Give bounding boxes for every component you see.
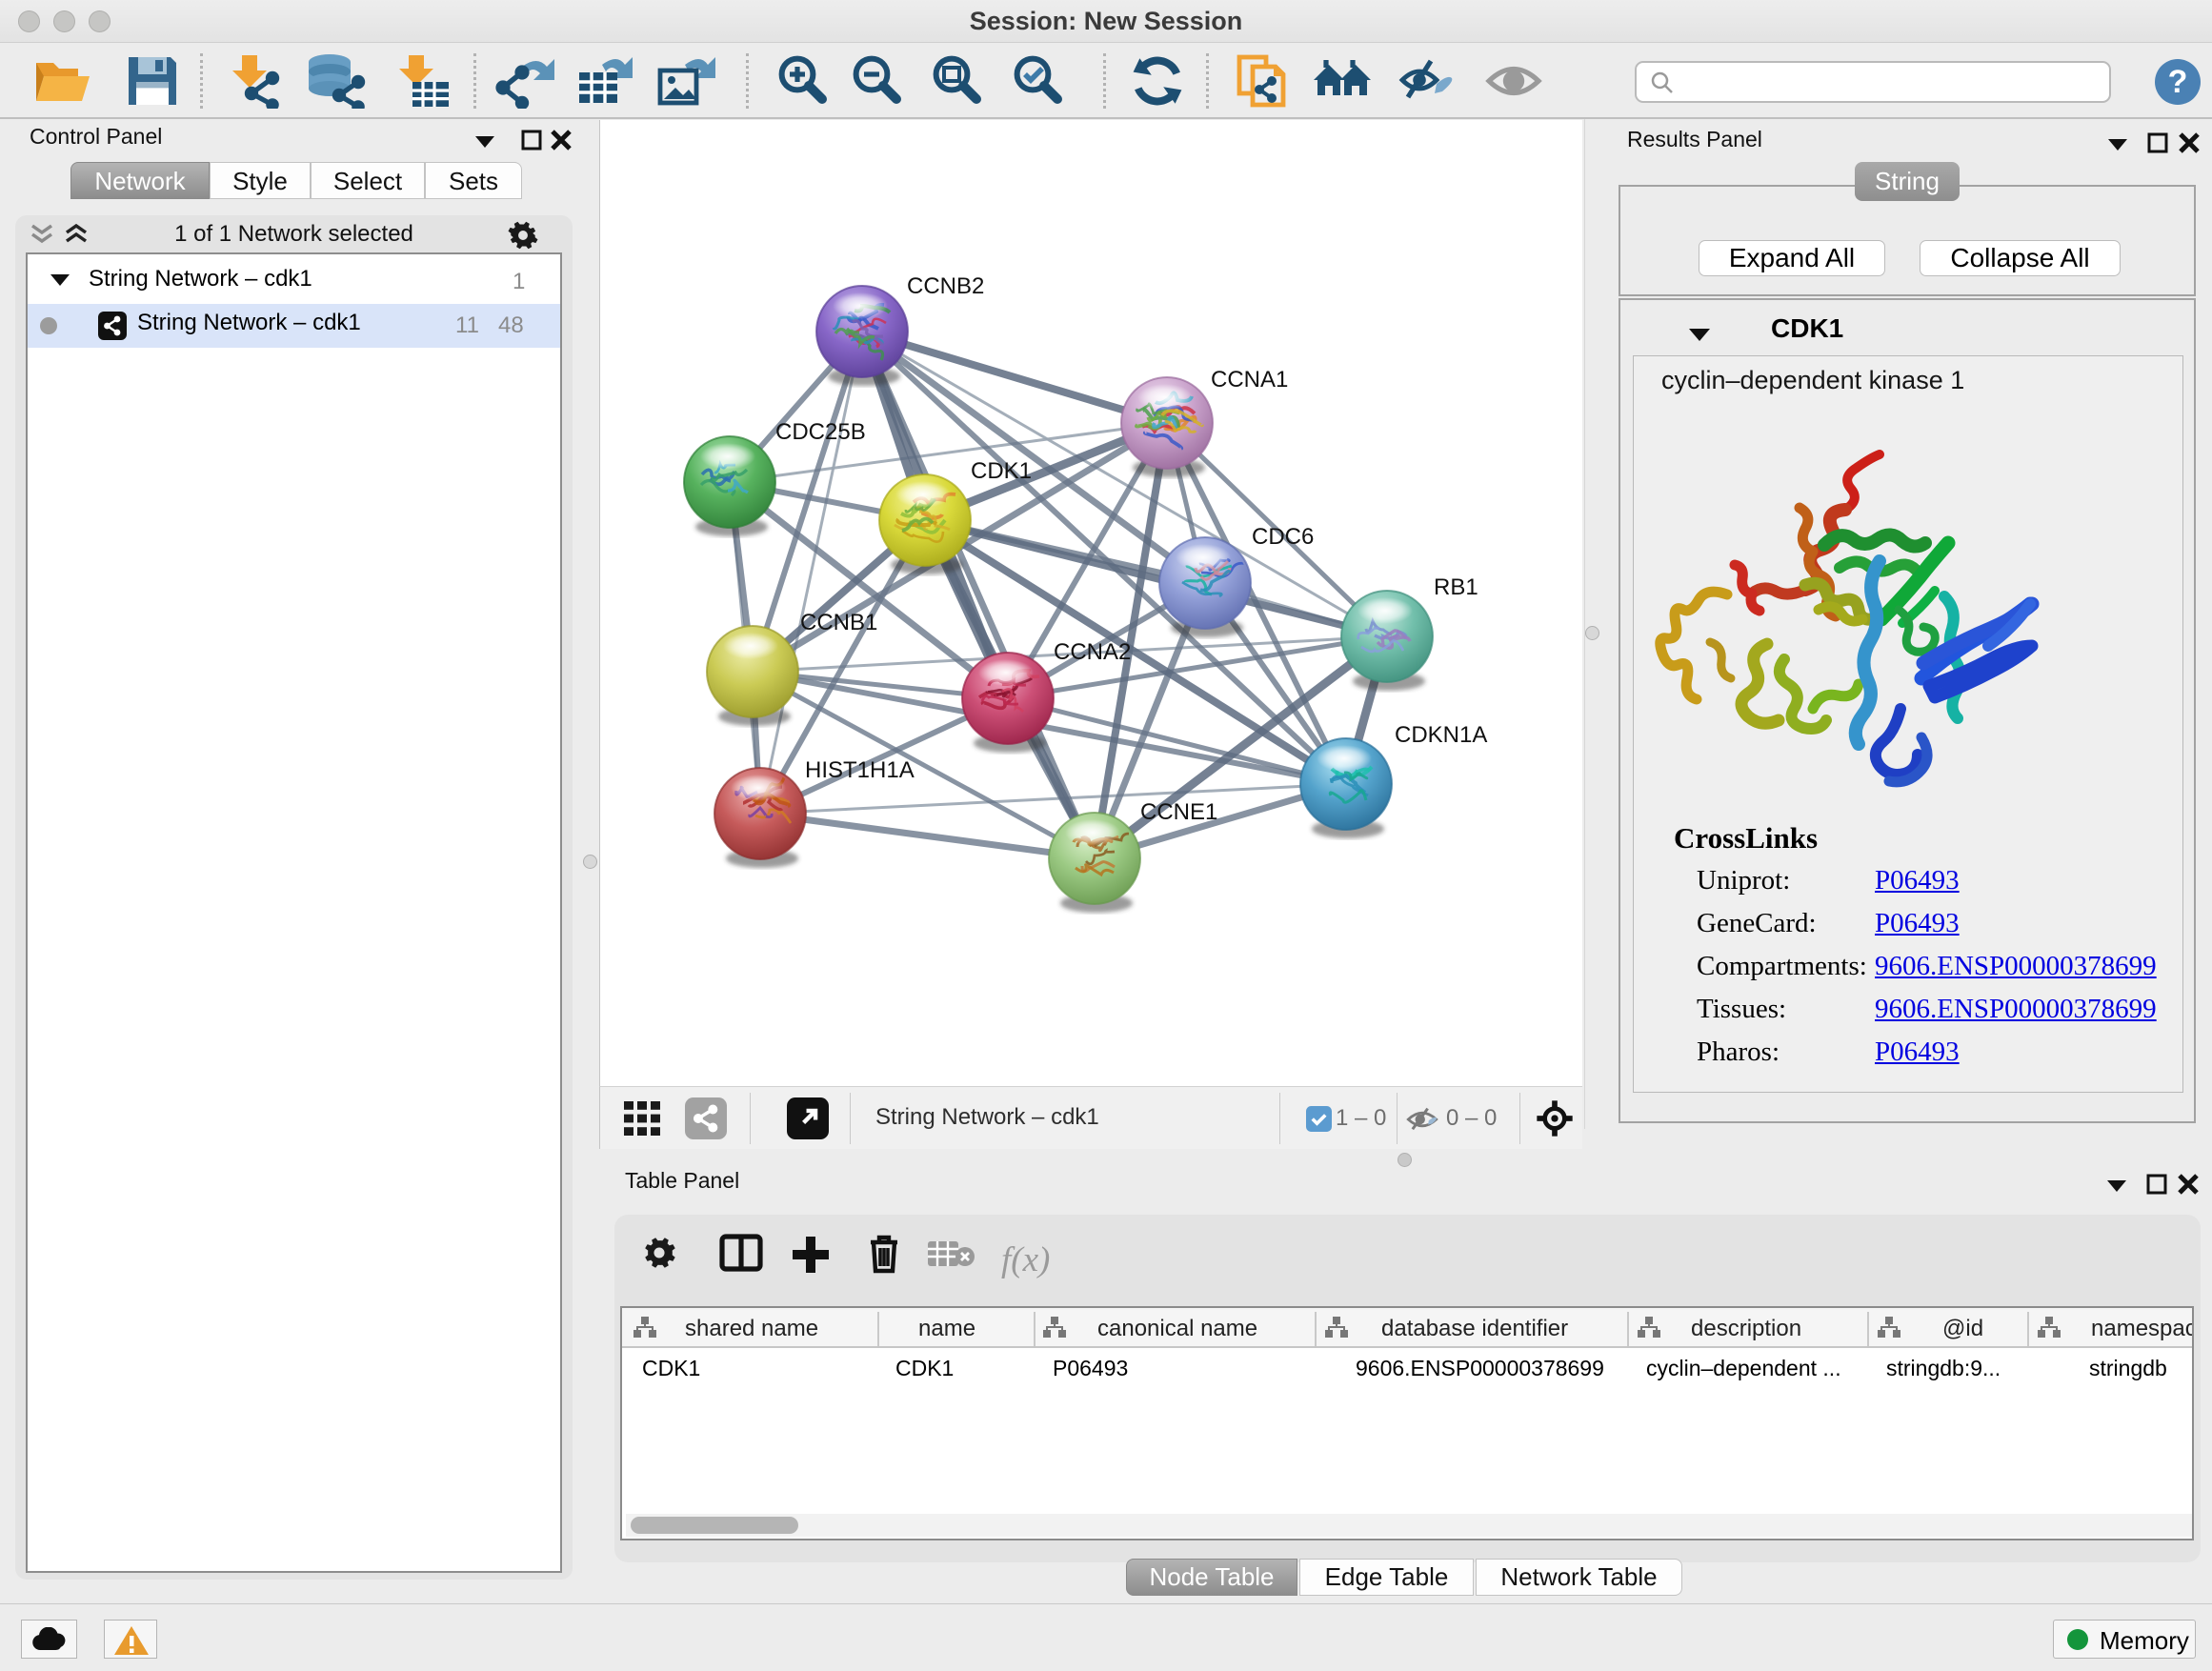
svg-text:CDK1: CDK1 xyxy=(971,458,1032,484)
svg-text:CDKN1A: CDKN1A xyxy=(1395,722,1487,748)
svg-text:CCNE1: CCNE1 xyxy=(1140,799,1217,825)
svg-text:CCNB1: CCNB1 xyxy=(800,610,877,635)
svg-text:CCNB2: CCNB2 xyxy=(907,273,984,299)
svg-text:CCNA2: CCNA2 xyxy=(1054,639,1131,665)
svg-text:HIST1H1A: HIST1H1A xyxy=(805,757,915,783)
svg-text:CDC6: CDC6 xyxy=(1252,524,1314,550)
svg-text:CDC25B: CDC25B xyxy=(775,419,866,445)
svg-text:CCNA1: CCNA1 xyxy=(1211,367,1288,393)
svg-text:RB1: RB1 xyxy=(1434,574,1478,600)
